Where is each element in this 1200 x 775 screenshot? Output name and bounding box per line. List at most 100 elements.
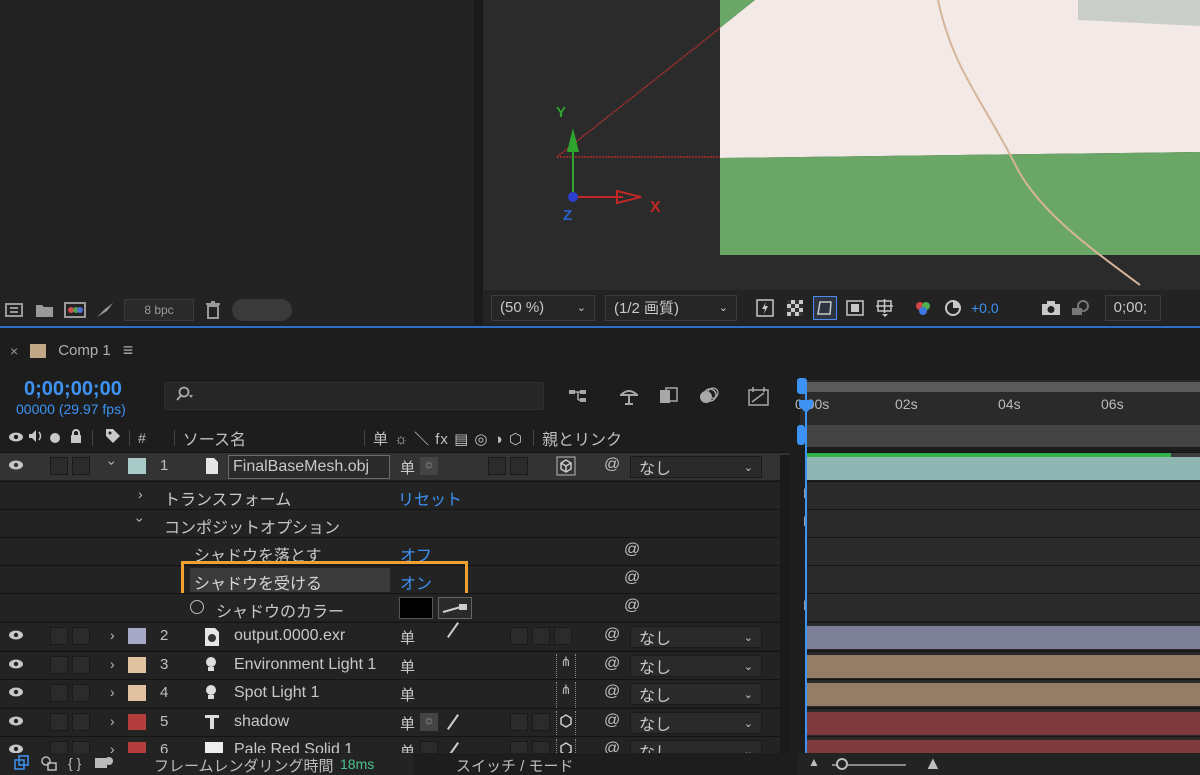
folder-icon[interactable] bbox=[34, 301, 56, 319]
layer-duration-bar[interactable] bbox=[806, 626, 1200, 649]
zoom-in-icon[interactable]: ▲ bbox=[924, 753, 942, 774]
panel-divider[interactable] bbox=[474, 0, 483, 325]
interpret-footage-icon[interactable] bbox=[4, 301, 26, 319]
layer-row-1[interactable]: › 1 FinalBaseMesh.obj 单 ☼ @ なし ⌄ bbox=[0, 452, 790, 480]
fx-switch[interactable] bbox=[488, 457, 506, 475]
parent-select[interactable]: なし ⌄ bbox=[630, 655, 762, 677]
lock-toggle[interactable] bbox=[72, 656, 90, 674]
label-color-swatch[interactable] bbox=[128, 458, 146, 474]
expression-pick-whip-icon[interactable]: @ bbox=[624, 569, 640, 587]
resolution-select[interactable]: (1/2 画質) ⌄ bbox=[605, 294, 737, 321]
layer-name[interactable]: shadow bbox=[234, 713, 289, 731]
lock-toggle[interactable] bbox=[72, 627, 90, 645]
eye-icon[interactable] bbox=[8, 458, 24, 475]
fx-switch[interactable] bbox=[510, 713, 528, 731]
solo-toggle[interactable] bbox=[50, 684, 68, 702]
zoom-slider-handle[interactable] bbox=[836, 758, 848, 770]
pick-whip-icon[interactable]: @ bbox=[604, 456, 620, 474]
layer-name[interactable]: output.0000.exr bbox=[234, 627, 345, 645]
project-scrollbar[interactable] bbox=[232, 299, 292, 321]
chevron-right-icon[interactable]: › bbox=[110, 684, 115, 700]
mask-path-visibility-icon[interactable] bbox=[813, 295, 837, 320]
eye-icon[interactable] bbox=[8, 657, 24, 674]
in-out-icon[interactable]: { } bbox=[68, 755, 81, 771]
layer-row-3[interactable]: › 3 Environment Light 1 单 ⋔ @ なし ⌄ bbox=[0, 651, 790, 680]
solo-toggle[interactable] bbox=[50, 457, 68, 475]
eye-icon[interactable] bbox=[8, 685, 24, 702]
source-name-header[interactable]: ソース名 bbox=[183, 426, 246, 450]
render-queue-icon[interactable] bbox=[94, 301, 116, 319]
current-time-indicator[interactable] bbox=[799, 400, 815, 419]
layers-icon[interactable] bbox=[14, 755, 30, 775]
chevron-right-icon[interactable]: › bbox=[110, 656, 115, 672]
parent-select[interactable]: なし ⌄ bbox=[630, 712, 762, 734]
property-shadow-color[interactable]: シャドウのカラー @ bbox=[0, 593, 790, 621]
label-color-swatch[interactable] bbox=[128, 628, 146, 644]
layer-name[interactable]: Spot Light 1 bbox=[234, 684, 319, 702]
solo-toggle[interactable] bbox=[50, 713, 68, 731]
shy-switch-icon[interactable]: 单 bbox=[400, 684, 415, 705]
stopwatch-icon[interactable] bbox=[190, 600, 204, 614]
pick-whip-icon[interactable]: @ bbox=[604, 655, 620, 673]
shadow-color-swatch[interactable] bbox=[399, 597, 433, 619]
search-icon[interactable] bbox=[174, 386, 196, 407]
viewer-timecode[interactable]: 0;00; bbox=[1104, 294, 1161, 321]
layer-row-2[interactable]: › 2 output.0000.exr 单 @ なし ⌄ bbox=[0, 622, 790, 650]
layer-duration-bar[interactable] bbox=[806, 457, 1200, 480]
collapse-switch-icon[interactable]: ☼ bbox=[420, 457, 438, 475]
shy-switch-icon[interactable]: 单 bbox=[400, 627, 415, 648]
panel-menu-icon[interactable]: ≡ bbox=[123, 340, 134, 361]
motion-blur-switch[interactable] bbox=[532, 713, 550, 731]
exposure-reset-icon[interactable] bbox=[941, 296, 965, 320]
eye-icon[interactable] bbox=[8, 628, 24, 645]
shy-switch-icon[interactable]: 单 bbox=[400, 713, 415, 734]
zoom-select[interactable]: (50 %) ⌄ bbox=[491, 294, 595, 321]
shy-switch-icon[interactable]: 单 bbox=[400, 656, 415, 677]
close-icon[interactable]: × bbox=[10, 343, 18, 359]
bpc-toggle[interactable]: 8 bpc bbox=[124, 299, 194, 321]
transform-reset-link[interactable]: リセット bbox=[398, 486, 462, 510]
expression-pick-whip-icon[interactable]: @ bbox=[624, 541, 640, 559]
parent-select[interactable]: なし ⌄ bbox=[630, 683, 762, 705]
solo-header-icon[interactable] bbox=[50, 433, 60, 443]
label-color-swatch[interactable] bbox=[128, 657, 146, 673]
layer-name-field[interactable]: FinalBaseMesh.obj bbox=[228, 455, 390, 479]
work-area-bar[interactable] bbox=[806, 382, 1200, 392]
show-snapshot-icon[interactable] bbox=[1069, 296, 1093, 320]
chevron-down-icon[interactable]: › bbox=[132, 518, 148, 523]
transparency-grid-icon[interactable] bbox=[783, 296, 807, 320]
frame-blending-icon[interactable] bbox=[656, 384, 682, 408]
expression-pick-whip-icon[interactable]: @ bbox=[624, 597, 640, 615]
label-color-swatch[interactable] bbox=[128, 685, 146, 701]
parent-select[interactable]: なし ⌄ bbox=[630, 456, 762, 478]
layer-duration-bar[interactable] bbox=[806, 655, 1200, 678]
playhead-line[interactable] bbox=[805, 388, 807, 753]
3d-layer-icon[interactable] bbox=[556, 456, 576, 481]
3d-layer-icon[interactable]: ⋔ bbox=[556, 682, 576, 708]
property-composite-options[interactable]: › コンポジットオプション bbox=[0, 509, 790, 537]
layer-row-5[interactable]: › 5 shadow 单 ☼ @ なし ⌄ bbox=[0, 708, 790, 737]
shy-switch-icon[interactable]: 单 bbox=[400, 457, 415, 478]
motion-blur-switch[interactable] bbox=[532, 627, 550, 645]
composition-flowchart-icon[interactable] bbox=[566, 384, 592, 408]
label-color-swatch[interactable] bbox=[128, 714, 146, 730]
property-transform[interactable]: › トランスフォーム リセット bbox=[0, 481, 790, 509]
label-header-icon[interactable] bbox=[105, 428, 121, 449]
tab-comp1[interactable]: × Comp 1 ≡ bbox=[10, 340, 133, 361]
pick-whip-icon[interactable]: @ bbox=[604, 626, 620, 644]
region-of-interest-icon[interactable] bbox=[843, 296, 867, 320]
layer-duration-bar[interactable] bbox=[806, 683, 1200, 706]
lock-toggle[interactable] bbox=[72, 684, 90, 702]
eyedropper-icon[interactable] bbox=[438, 597, 472, 619]
chevron-right-icon[interactable]: › bbox=[110, 713, 115, 729]
fast-preview-icon[interactable] bbox=[753, 296, 777, 320]
composition-viewer[interactable]: Y X Z bbox=[483, 0, 1200, 290]
switch-mode-toggle[interactable]: スイッチ / モード bbox=[456, 755, 574, 775]
work-area-start-handle[interactable] bbox=[797, 378, 807, 394]
fx-switch[interactable] bbox=[510, 627, 528, 645]
chevron-right-icon[interactable]: › bbox=[138, 486, 143, 502]
exposure-value[interactable]: +0.0 bbox=[971, 300, 999, 316]
render-time-icon[interactable] bbox=[94, 755, 114, 775]
timeline-divider[interactable] bbox=[780, 455, 790, 753]
layer-duration-bar[interactable] bbox=[806, 712, 1200, 735]
